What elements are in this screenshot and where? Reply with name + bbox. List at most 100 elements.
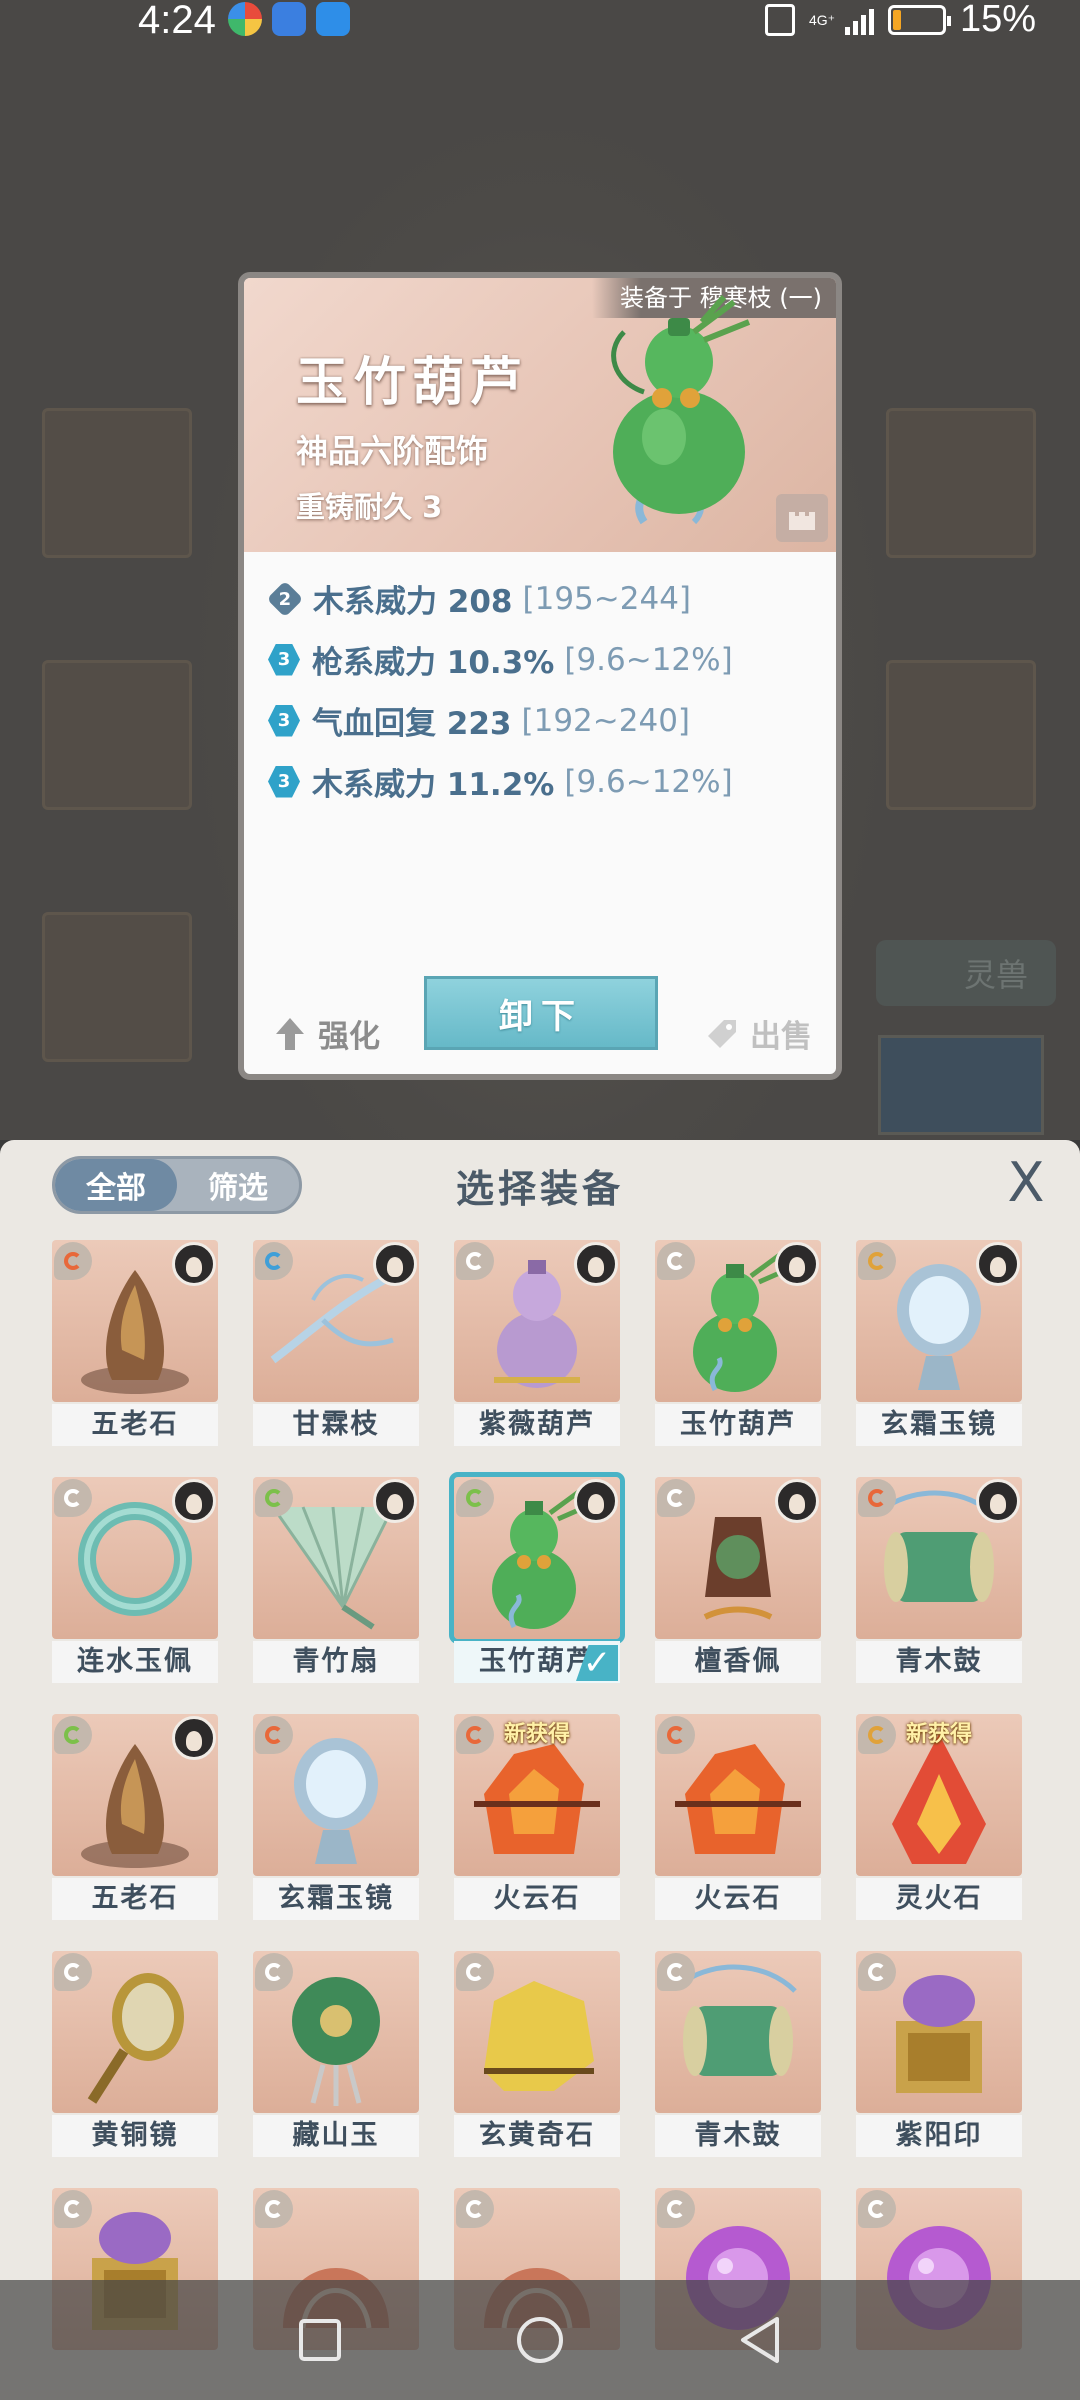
battery-fill (892, 9, 901, 30)
equipment-tile[interactable]: 连水玉佩 (52, 1477, 218, 1684)
spirit-beast-label: 灵兽 (963, 956, 1028, 994)
equipment-tile[interactable]: 紫薇葫芦 (454, 1240, 620, 1447)
equipment-tile[interactable]: 檀香佩 (655, 1477, 821, 1684)
equip-slot-left-2 (42, 660, 192, 810)
home-button[interactable] (505, 2305, 575, 2375)
equipment-tile[interactable]: 黄铜镜 (52, 1951, 218, 2158)
element-wood-icon (456, 1479, 494, 1517)
element-wood-icon (255, 1479, 293, 1517)
equipment-artwork-frame (449, 1472, 625, 1644)
equipment-artwork-frame (52, 1714, 218, 1876)
battery-text: 15% (959, 0, 1036, 40)
app-icon-1 (228, 2, 262, 36)
owner-avatar (373, 1479, 417, 1523)
equipment-artwork-frame (655, 1951, 821, 2113)
spirit-beast-tab: 灵兽 (876, 940, 1056, 1006)
sell-label: 出售 (750, 1019, 812, 1055)
equipment-tile[interactable]: 青木鼓 (856, 1477, 1022, 1684)
new-item-badge: 新获得 (905, 1722, 972, 1747)
equipment-artwork-frame (454, 1240, 620, 1402)
element-neutral-icon (255, 1953, 293, 1991)
equipment-name: 五老石 (52, 1404, 218, 1446)
beast-portrait (878, 1035, 1044, 1135)
element-neutral-icon (858, 1953, 896, 1991)
recent-apps-button[interactable] (285, 2305, 355, 2375)
element-fire-icon (255, 1716, 293, 1754)
panel-header: 全部 筛选 选择装备 X (0, 1140, 1080, 1228)
equipment-tile[interactable]: 藏山玉 (253, 1951, 419, 2158)
equipment-name: 灵火石 (856, 1878, 1022, 1920)
equipment-tile[interactable]: 玄黄奇石 (454, 1951, 620, 2158)
castle-icon (789, 512, 815, 530)
tier-badge-icon: 3 (268, 704, 300, 737)
equipment-tile[interactable]: 玄霜玉镜 (253, 1714, 419, 1921)
tag-icon (708, 1019, 736, 1048)
owner-avatar (574, 1242, 618, 1286)
stat-row: 3 木系威力 11.2% [9.6~12%] (268, 751, 733, 812)
square-icon (299, 2319, 341, 2361)
equipment-artwork-frame (253, 1477, 419, 1639)
equipment-artwork-frame (52, 1951, 218, 2113)
stat-text: 气血回复 223 (312, 706, 512, 742)
equipment-tile[interactable]: 新获得 灵火石 (856, 1714, 1022, 1921)
stat-row: 3 枪系威力 10.3% [9.6~12%] (268, 629, 733, 690)
equipment-tile[interactable]: 新获得 火云石 (454, 1714, 620, 1921)
equipment-artwork-frame: 新获得 (454, 1714, 620, 1876)
equipment-tile[interactable]: 青竹扇 (253, 1477, 419, 1684)
equipment-artwork-frame (655, 1477, 821, 1639)
unequip-button[interactable]: 卸下 (424, 976, 658, 1050)
equipment-artwork-frame: 新获得 (856, 1714, 1022, 1876)
vibrate-icon (764, 3, 795, 36)
element-neutral-icon (657, 1479, 695, 1517)
equipment-tile[interactable]: 五老石 (52, 1714, 218, 1921)
item-grade: 神品六阶配饰 (296, 432, 489, 470)
stat-list: 2 木系威力 208 [195~244] 3 枪系威力 10.3% [9.6~1… (266, 568, 733, 812)
equipment-tile[interactable]: 五老石 (52, 1240, 218, 1447)
gourd-artwork (611, 295, 751, 525)
element-neutral-icon (456, 1953, 494, 1991)
element-fire-icon (54, 1242, 92, 1280)
sell-button[interactable]: 出售 (704, 1011, 812, 1056)
equipment-artwork-frame (454, 1951, 620, 2113)
owner-avatar (172, 1242, 216, 1286)
back-button[interactable] (725, 2305, 795, 2375)
strengthen-button[interactable]: 强化 (274, 1011, 380, 1056)
equipment-name: 玄黄奇石 (454, 2115, 620, 2157)
equipment-name: 黄铜镜 (52, 2115, 218, 2157)
lock-button[interactable] (776, 494, 828, 542)
equipment-artwork-frame (52, 1240, 218, 1402)
element-neutral-icon (657, 1953, 695, 1991)
equipment-artwork-frame (856, 1240, 1022, 1402)
unequip-label: 卸下 (499, 996, 583, 1037)
stat-range: [9.6~12%] (564, 763, 733, 800)
equipment-name: 火云石 (655, 1878, 821, 1920)
element-neutral-icon (54, 1479, 92, 1517)
element-neutral-icon (456, 1242, 494, 1280)
equipment-tile[interactable]: 玄霜玉镜 (856, 1240, 1022, 1447)
equipment-tile[interactable]: 玉竹葫芦 ✓ (449, 1472, 625, 1684)
close-button[interactable]: X (1002, 1156, 1050, 1210)
equipment-name: 紫阳印 (856, 2115, 1022, 2157)
item-detail-card: 装备于 穆寒枝 (一) 玉竹葫芦 神品六阶配饰 重铸耐久 3 2 木系威力 20… (238, 272, 842, 1080)
equipment-tile[interactable]: 玉竹葫芦 (655, 1240, 821, 1447)
owner-avatar (976, 1479, 1020, 1523)
new-item-badge: 新获得 (503, 1722, 570, 1747)
triangle-back-icon (741, 2317, 779, 2363)
equipment-tile[interactable]: 紫阳印 (856, 1951, 1022, 2158)
equipment-name: 五老石 (52, 1878, 218, 1920)
stat-text: 枪系威力 10.3% (312, 645, 555, 681)
equipment-tile[interactable]: 甘霖枝 (253, 1240, 419, 1447)
owner-avatar (373, 1242, 417, 1286)
equipment-tile[interactable]: 火云石 (655, 1714, 821, 1921)
stat-row: 3 气血回复 223 [192~240] (268, 690, 733, 751)
stat-text: 木系威力 11.2% (312, 767, 555, 803)
equipment-artwork-frame (655, 1240, 821, 1402)
stat-text: 木系威力 208 (313, 584, 513, 620)
item-name: 玉竹葫芦 (296, 353, 529, 413)
circle-icon (517, 2317, 563, 2363)
system-nav-bar (0, 2280, 1080, 2400)
equipment-artwork-frame (253, 1951, 419, 2113)
equipment-name: 玄霜玉镜 (856, 1404, 1022, 1446)
equipment-tile[interactable]: 青木鼓 (655, 1951, 821, 2158)
notification-icons (228, 2, 350, 36)
